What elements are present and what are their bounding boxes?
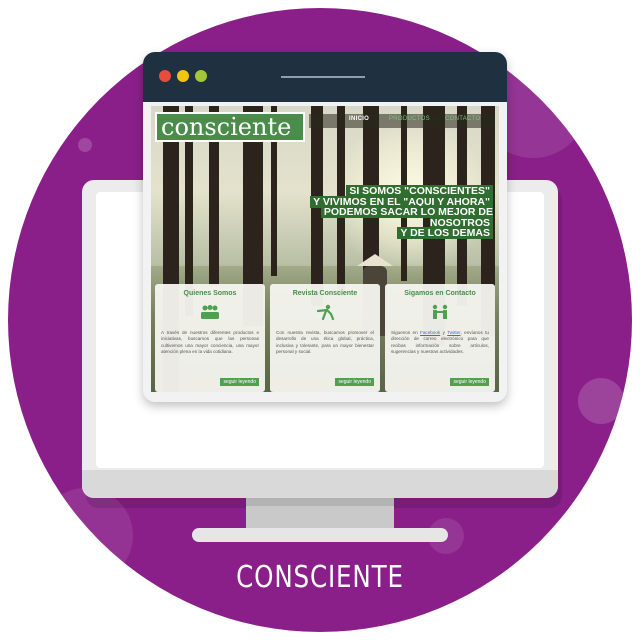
address-bar-line xyxy=(281,76,365,78)
read-more-button[interactable]: seguir leyendo xyxy=(220,378,259,386)
decorative-bubble xyxy=(78,138,92,152)
handshake-icon xyxy=(430,304,450,320)
site-logo[interactable]: consciente xyxy=(155,112,305,142)
nav-item-productos[interactable]: PRODUCTOS xyxy=(389,116,430,122)
monitor-chin xyxy=(82,470,558,498)
nav-item-inicio[interactable]: INICIO xyxy=(349,116,369,122)
card-text-part: Siguenos en xyxy=(391,330,421,335)
browser-window: consciente INICIO PRODUCTOS CONTACTO SI … xyxy=(143,52,507,402)
card-revista-consciente: Revista Consciente Con nuestra revista, … xyxy=(270,284,380,392)
decorative-bubble xyxy=(578,378,624,424)
card-quienes-somos: Quienes Somos A través de nuestros difer… xyxy=(155,284,265,392)
headline-line: Y DE LOS DEMAS xyxy=(397,227,493,239)
facebook-link[interactable]: Facebook xyxy=(420,330,440,335)
read-more-button[interactable]: seguir leyendo xyxy=(450,378,489,386)
read-more-button[interactable]: seguir leyendo xyxy=(335,378,374,386)
card-title: Sigamos en Contacto xyxy=(404,290,476,297)
browser-titlebar xyxy=(143,52,507,102)
conical-hat xyxy=(357,254,393,266)
website-page: consciente INICIO PRODUCTOS CONTACTO SI … xyxy=(151,106,499,392)
person-figure-icon xyxy=(315,304,335,321)
card-sigamos-en-contacto: Sigamos en Contacto Siguenos en Facebook… xyxy=(385,284,495,392)
illustration: consciente INICIO PRODUCTOS CONTACTO SI … xyxy=(0,0,640,640)
monitor-base xyxy=(192,528,448,542)
site-nav: INICIO PRODUCTOS CONTACTO xyxy=(309,114,495,128)
headline-line: PODEMOS SACAR LO MEJOR DE NOSOTROS xyxy=(320,206,493,229)
maximize-dot-icon[interactable] xyxy=(195,70,207,82)
card-title: Revista Consciente xyxy=(292,290,358,297)
card-title: Quienes Somos xyxy=(183,290,237,297)
minimize-dot-icon[interactable] xyxy=(177,70,189,82)
hero-headline: SI SOMOS "CONSCIENTES" Y VIVIMOS EN EL "… xyxy=(293,185,493,239)
people-icon xyxy=(200,304,220,320)
card-text: A través de nuestros diferentes producto… xyxy=(161,330,259,355)
caption-title: CONSCIENTE xyxy=(236,560,404,595)
nav-item-contacto[interactable]: CONTACTO xyxy=(445,116,481,122)
card-text: Siguenos en Facebook y Twitter, envíanos… xyxy=(391,330,489,356)
monitor-neck-shade xyxy=(246,498,394,506)
card-text: Con nuestra revista, buscamos promover e… xyxy=(276,330,374,355)
twitter-link[interactable]: Twitter xyxy=(447,330,460,335)
close-dot-icon[interactable] xyxy=(159,70,171,82)
